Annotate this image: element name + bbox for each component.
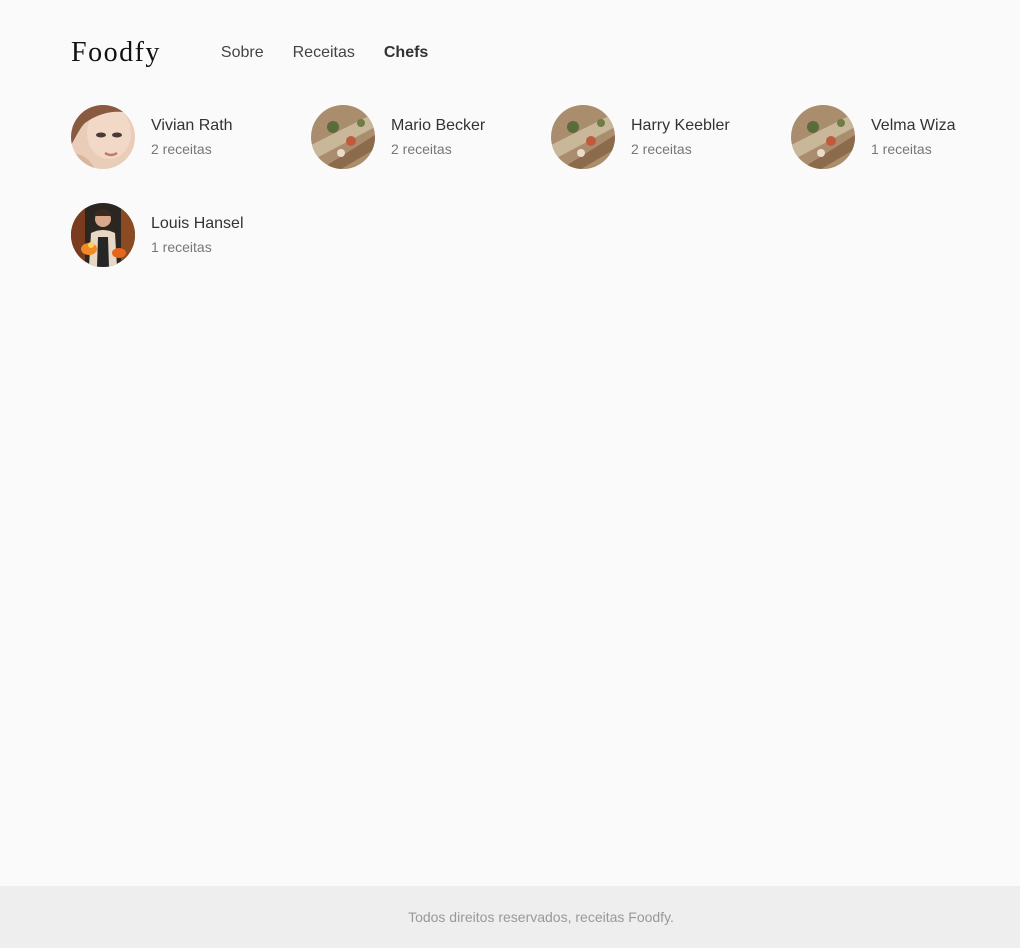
chef-name: Mario Becker [391, 117, 486, 134]
chef-avatar [791, 105, 855, 169]
chef-avatar [71, 203, 135, 267]
logo[interactable]: Foodfy [71, 37, 161, 69]
chef-name: Harry Keebler [631, 117, 730, 134]
chef-card[interactable]: Louis Hansel 1 receitas [71, 203, 311, 267]
nav-link-sobre[interactable]: Sobre [221, 44, 264, 62]
footer-text: Todos direitos reservados, receitas Food… [408, 909, 674, 925]
chef-info: Vivian Rath 2 receitas [151, 117, 233, 157]
chef-recipe-count: 1 receitas [871, 141, 932, 157]
chefs-grid: Vivian Rath 2 receitas Mario Becker 2 re… [71, 105, 991, 267]
chef-card[interactable]: Vivian Rath 2 receitas [71, 105, 311, 169]
site-header: Foodfy Sobre Receitas Chefs [71, 31, 457, 75]
chef-card[interactable]: Mario Becker 2 receitas [311, 105, 551, 169]
chef-avatar [551, 105, 615, 169]
nav-link-receitas[interactable]: Receitas [293, 44, 355, 62]
chef-info: Velma Wiza 1 receitas [871, 117, 955, 157]
nav-link-chefs[interactable]: Chefs [384, 44, 428, 62]
chef-recipe-count: 2 receitas [151, 141, 212, 157]
site-footer: Todos direitos reservados, receitas Food… [0, 886, 1020, 948]
chef-card[interactable]: Harry Keebler 2 receitas [551, 105, 791, 169]
chef-avatar [71, 105, 135, 169]
chef-recipe-count: 2 receitas [391, 141, 452, 157]
chef-info: Mario Becker 2 receitas [391, 117, 485, 157]
chef-recipe-count: 2 receitas [631, 141, 692, 157]
chef-card[interactable]: Velma Wiza 1 receitas [791, 105, 1020, 169]
chef-name: Louis Hansel [151, 215, 244, 232]
chef-name: Velma Wiza [871, 117, 956, 134]
chef-avatar [311, 105, 375, 169]
chef-name: Vivian Rath [151, 117, 233, 134]
main-nav: Sobre Receitas Chefs [221, 44, 457, 62]
chef-info: Louis Hansel 1 receitas [151, 215, 244, 255]
chef-recipe-count: 1 receitas [151, 239, 212, 255]
chef-info: Harry Keebler 2 receitas [631, 117, 730, 157]
